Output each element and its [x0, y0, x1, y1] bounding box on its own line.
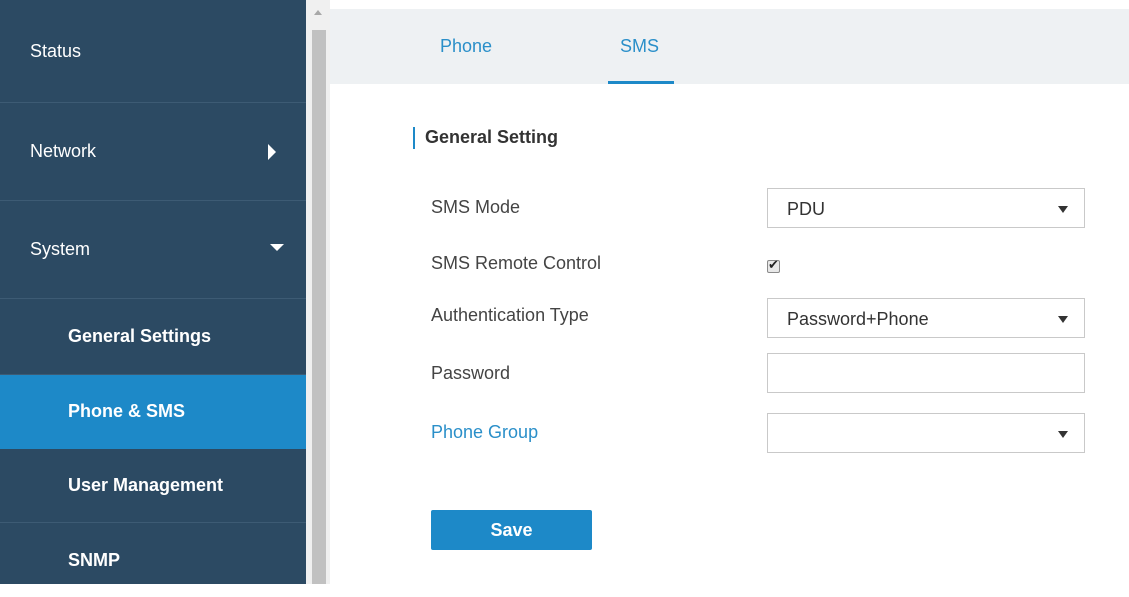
chevron-down-icon [270, 243, 284, 251]
chevron-right-icon [268, 143, 276, 160]
scrollbar-thumb[interactable] [312, 30, 326, 584]
authentication-type-label: Authentication Type [431, 305, 589, 325]
tab-label: Phone [440, 36, 493, 56]
tab-bar: Phone SMS [330, 9, 1129, 84]
sms-mode-label: SMS Mode [431, 197, 521, 217]
sidebar-item-label: Status [30, 40, 82, 61]
sidebar-item-system[interactable]: System [0, 201, 306, 299]
phone-group-link[interactable]: Phone Group [431, 422, 538, 443]
save-button[interactable]: Save [431, 510, 592, 550]
scroll-up-arrow-icon[interactable] [314, 10, 322, 15]
active-tab-indicator [608, 81, 674, 84]
phone-group-select[interactable] [767, 413, 1085, 453]
dropdown-caret-icon [1058, 316, 1068, 323]
authentication-type-select[interactable]: Password+Phone [767, 298, 1085, 338]
dropdown-caret-icon [1058, 431, 1068, 438]
tab-phone[interactable]: Phone [440, 9, 500, 84]
sidebar-item-phone-sms[interactable]: Phone & SMS [0, 375, 306, 449]
sidebar-scrollbar[interactable] [306, 0, 330, 584]
sms-remote-control-checkbox[interactable]: ✔ [767, 257, 780, 273]
sidebar-item-status[interactable]: Status [0, 0, 306, 103]
sms-remote-control-label: SMS Remote Control [431, 253, 602, 273]
sidebar-item-label: Phone & SMS [68, 401, 186, 421]
authentication-type-value: Password+Phone [787, 309, 929, 329]
checkmark-icon: ✔ [768, 257, 779, 272]
sidebar-item-snmp[interactable]: SNMP [0, 523, 306, 597]
sms-mode-value: PDU [787, 199, 826, 219]
sidebar-item-label: Network [30, 141, 97, 161]
sidebar-item-general-settings[interactable]: General Settings [0, 299, 306, 375]
sidebar: Status Network System General Settings P… [0, 0, 306, 584]
password-label: Password [431, 363, 511, 383]
sidebar-item-label: SNMP [68, 549, 121, 570]
dropdown-caret-icon [1058, 206, 1068, 213]
sidebar-item-user-management[interactable]: User Management [0, 449, 306, 523]
sms-mode-select[interactable]: PDU [767, 188, 1085, 228]
sidebar-item-label: General Settings [68, 326, 212, 346]
section-title: General Setting [425, 127, 559, 147]
sidebar-item-network[interactable]: Network [0, 103, 306, 201]
sidebar-item-label: System [30, 239, 91, 259]
tab-label: SMS [620, 36, 660, 56]
tab-sms[interactable]: SMS [608, 9, 674, 84]
password-input[interactable] [767, 353, 1085, 393]
sidebar-item-label: User Management [68, 475, 224, 495]
